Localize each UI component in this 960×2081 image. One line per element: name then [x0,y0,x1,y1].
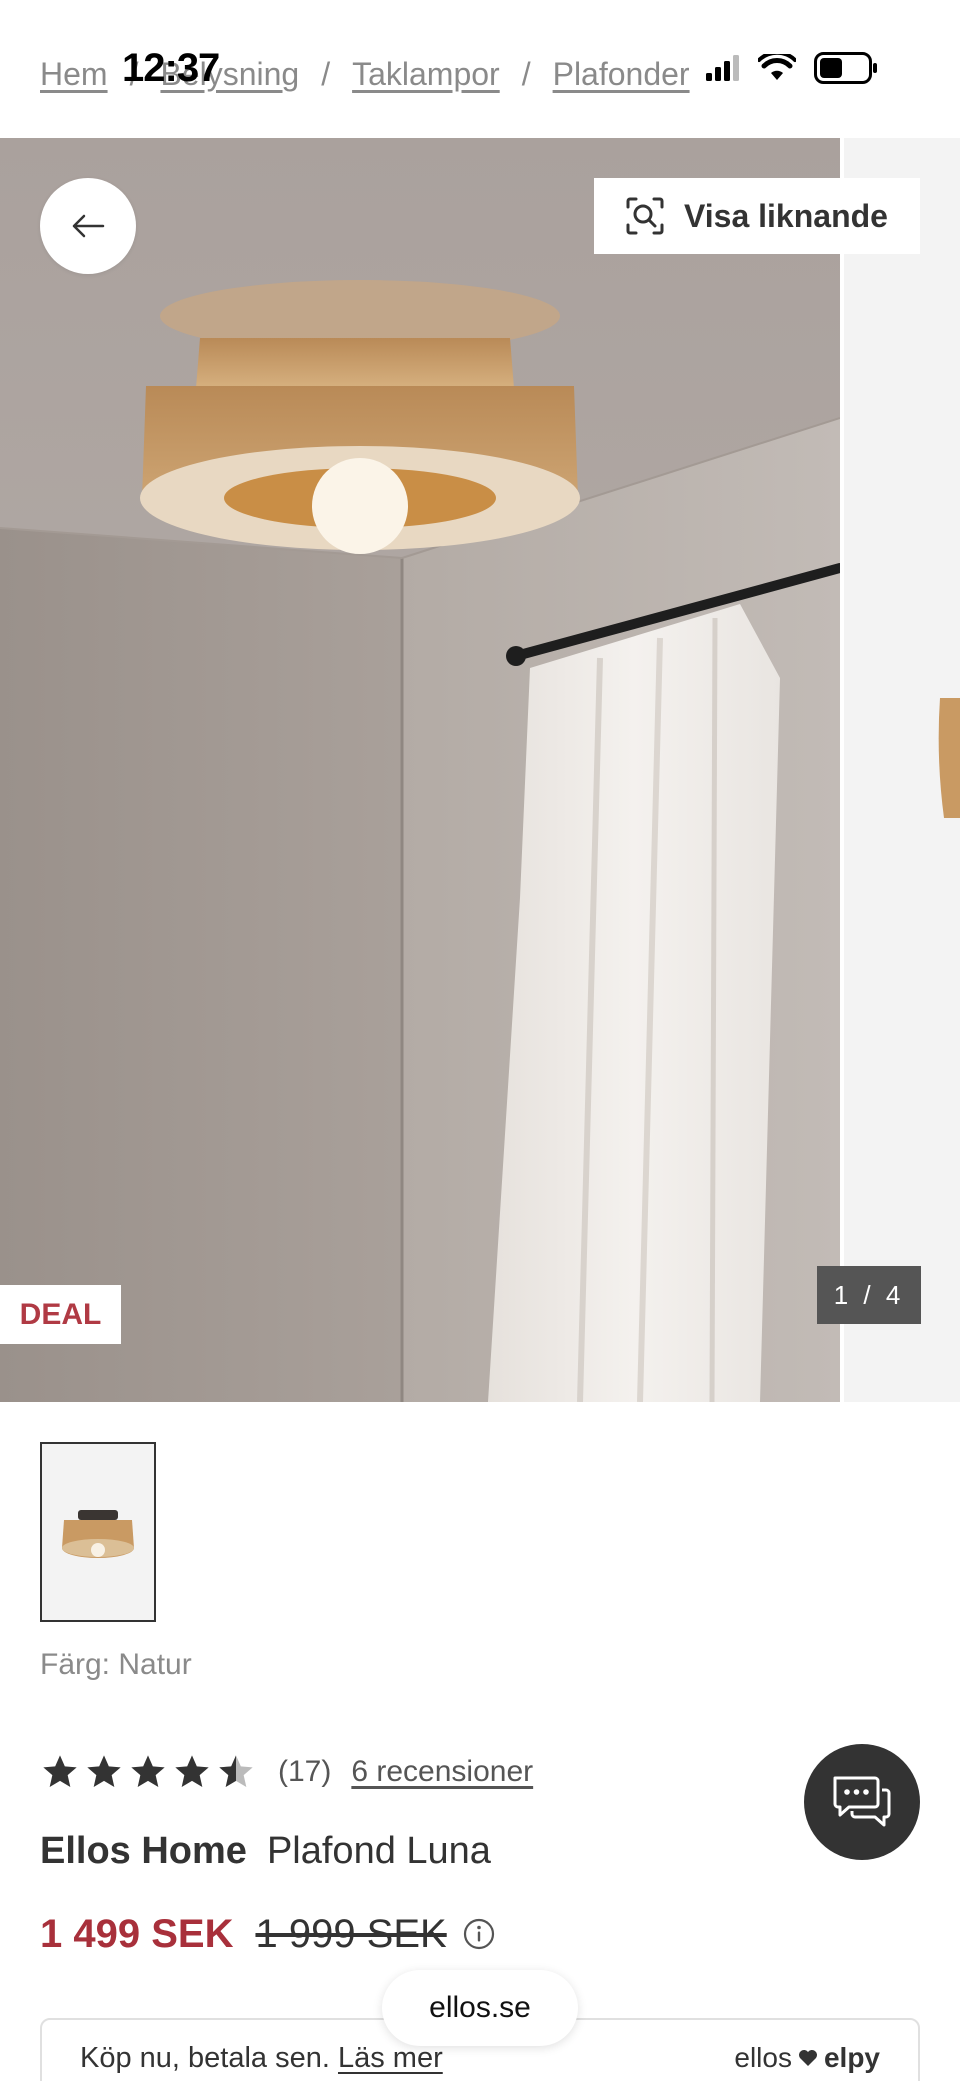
heart-icon [798,2050,817,2066]
reviews-link[interactable]: 6 recensioner [351,1755,533,1789]
back-button[interactable] [40,178,136,274]
top-bar: Hem / Belysning / Taklampor / Plafonder … [0,0,960,138]
status-icons [706,52,878,84]
show-similar-button[interactable]: Visa liknande [594,178,920,254]
browser-url-pill[interactable]: ellos.se [382,1970,578,2046]
visual-search-icon [626,197,664,235]
price-row: 1 499 SEK 1 999 SEK [40,1906,495,1962]
deal-badge: DEAL [0,1285,121,1344]
product-name: Plafond Luna [266,1830,491,1872]
chat-button[interactable] [804,1744,920,1860]
product-brand[interactable]: Ellos Home [40,1830,247,1873]
breadcrumb-separator: / [321,56,331,92]
rating-count: (17) [278,1755,332,1788]
star-full-icon [43,1755,77,1787]
status-time: 12:37 [122,46,220,90]
arrow-left-icon [72,214,105,238]
show-similar-label: Visa liknande [684,197,888,234]
chat-bubble-icon [833,1776,891,1827]
battery-icon [814,52,877,84]
signal-icon [706,55,739,81]
read-more-link[interactable]: Läs mer [338,2042,443,2074]
star-full-icon [175,1755,209,1787]
next-photo-peek[interactable] [840,138,960,1402]
wifi-icon [758,54,796,80]
color-label: Färg: Natur [40,1648,192,1681]
product-gallery[interactable] [0,138,960,1402]
thumbnail-1[interactable] [40,1442,156,1622]
elpy-logo-text: elpy [823,2042,880,2073]
ellos-elpy-logo: ellos elpy [734,2042,880,2074]
price-original: 1 999 SEK [255,1911,447,1956]
pay-later-message: Köp nu, betala sen. [80,2041,330,2074]
breadcrumb-home[interactable]: Hem [40,56,108,93]
product-photo[interactable] [0,138,840,1402]
breadcrumb-plafonds[interactable]: Plafonder [553,56,690,93]
image-counter: 1 / 4 [817,1266,921,1324]
product-title: Ellos Home Plafond Luna [40,1830,491,1873]
breadcrumb-ceiling-lamps[interactable]: Taklampor [352,56,500,93]
rating-stars [40,1752,256,1792]
star-full-icon [131,1755,165,1787]
ellos-logo-text: ellos [734,2042,792,2073]
star-full-icon [87,1755,121,1787]
rating-row: (17) 6 recensioner [40,1746,533,1798]
thumbnail-image [62,1510,134,1558]
pay-later-text: Köp nu, betala sen. Läs mer [80,2042,443,2075]
star-half-icon [219,1755,253,1787]
info-icon[interactable] [463,1918,495,1950]
price-current: 1 499 SEK [40,1911,234,1956]
breadcrumb-separator: / [521,56,531,92]
